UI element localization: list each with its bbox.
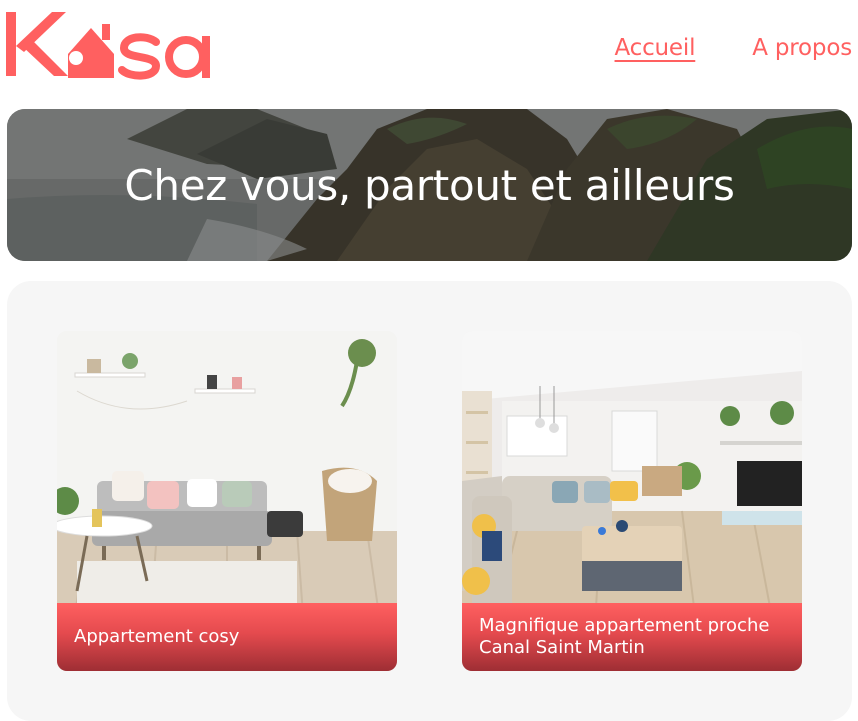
site-header: Accueil A propos [0,0,858,100]
nav-link-a-propos[interactable]: A propos [752,30,852,66]
listing-title: Appartement cosy [74,626,240,647]
kasa-logo[interactable] [6,6,222,82]
listing-caption: Appartement cosy [57,603,397,671]
main-nav: Accueil A propos [615,30,853,66]
nav-link-accueil[interactable]: Accueil [615,30,696,66]
listing-caption: Magnifique appartement proche Canal Sain… [462,603,802,671]
listing-title: Magnifique appartement proche Canal Sain… [479,615,770,658]
hero-banner: Chez vous, partout et ailleurs [7,109,852,261]
banner-title: Chez vous, partout et ailleurs [124,161,735,210]
listing-card[interactable]: Appartement cosy [57,331,397,671]
listings-gallery: Appartement cosy Magnifique appartement … [7,281,852,721]
listing-card[interactable]: Magnifique appartement proche Canal Sain… [462,331,802,671]
